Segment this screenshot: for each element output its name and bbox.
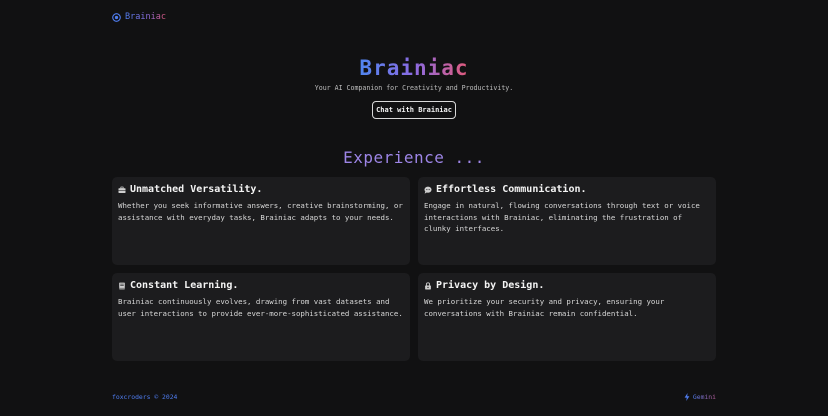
hero-title: Brainiac <box>359 56 469 80</box>
feature-card-privacy: Privacy by Design. We prioritize your se… <box>418 273 716 361</box>
card-title: Privacy by Design. <box>436 280 545 291</box>
brand-name: Brainiac <box>125 12 166 22</box>
book-icon <box>119 282 125 289</box>
feature-card-communication: Effortless Communication. Engage in natu… <box>418 177 716 265</box>
feature-card-versatility: Unmatched Versatility. Whether you seek … <box>112 177 410 265</box>
briefcase-icon <box>118 186 126 193</box>
chat-with-brainiac-button[interactable]: Chat with Brainiac <box>372 101 456 119</box>
speech-bubble-icon <box>424 186 432 194</box>
lock-icon <box>425 281 431 290</box>
card-body: Whether you seek informative answers, cr… <box>118 201 403 222</box>
target-icon <box>112 12 121 22</box>
card-title: Effortless Communication. <box>436 184 587 195</box>
card-body: We prioritize your security and privacy,… <box>424 297 665 318</box>
brand-link[interactable]: Brainiac <box>112 12 166 22</box>
gemini-label: Gemini <box>692 393 716 401</box>
gemini-link[interactable]: Gemini <box>684 393 716 401</box>
hero-subtitle: Your AI Companion for Creativity and Pro… <box>314 84 514 92</box>
experience-title: Experience ... <box>343 148 485 167</box>
hero-section: Brainiac Your AI Companion for Creativit… <box>0 56 828 119</box>
footer-copyright: foxcroders © 2024 <box>112 393 178 401</box>
card-title: Unmatched Versatility. <box>130 184 263 195</box>
card-title: Constant Learning. <box>130 280 239 291</box>
page: Brainiac Brainiac Your AI Companion for … <box>0 0 828 416</box>
card-body: Brainiac continuously evolves, drawing f… <box>118 297 403 318</box>
lightning-icon <box>684 393 690 401</box>
feature-card-learning: Constant Learning. Brainiac continuously… <box>112 273 410 361</box>
card-body: Engage in natural, flowing conversations… <box>424 201 700 233</box>
